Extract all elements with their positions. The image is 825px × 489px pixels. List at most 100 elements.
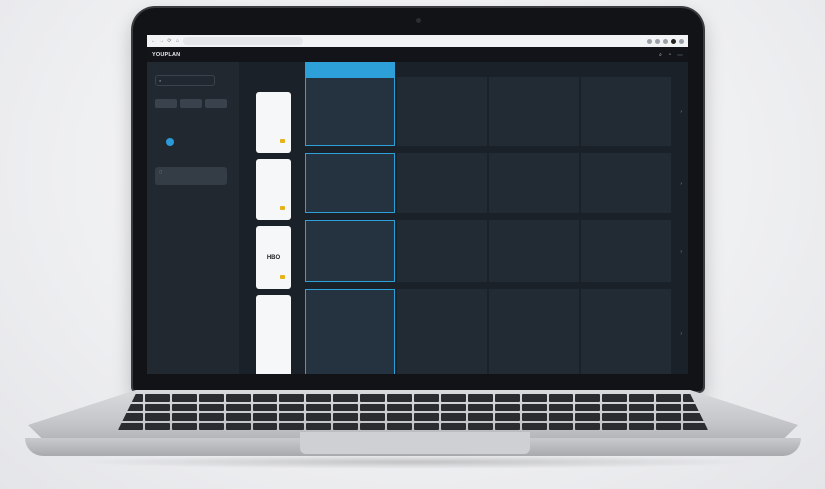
calendar-day[interactable]: [175, 147, 185, 155]
time-slot-header[interactable]: [581, 62, 671, 77]
program-cell[interactable]: [489, 220, 579, 282]
calendar-day[interactable]: [195, 138, 205, 146]
channel-logo[interactable]: HBO: [256, 226, 291, 289]
keyboard-key: [413, 403, 439, 411]
app-logo[interactable]: YOUPLAN: [152, 52, 180, 58]
program-cell[interactable]: [581, 289, 671, 374]
channel-logo[interactable]: [256, 159, 291, 220]
calendar-day[interactable]: [155, 129, 165, 137]
calendar-day[interactable]: [215, 111, 225, 119]
keyboard-key: [306, 413, 332, 421]
chevron-right-icon[interactable]: ›: [680, 249, 682, 255]
menu-icon[interactable]: [679, 38, 684, 44]
calendar-day[interactable]: [215, 129, 225, 137]
profile-icon[interactable]: [671, 38, 676, 44]
calendar-day[interactable]: [195, 129, 205, 137]
calendar-day[interactable]: [155, 138, 165, 146]
program-cell[interactable]: [397, 289, 487, 374]
reload-icon[interactable]: ⟳: [167, 38, 172, 44]
address-bar[interactable]: [183, 37, 303, 45]
calendar-day[interactable]: [185, 138, 195, 146]
keyboard-key: [387, 422, 412, 430]
keyboard-key: [279, 394, 305, 402]
keyboard-key: [467, 403, 493, 411]
calendar-day[interactable]: [195, 120, 205, 128]
calendar-day[interactable]: [166, 138, 174, 146]
keyboard-key: [548, 403, 574, 411]
calendar-day[interactable]: [205, 111, 215, 119]
calendar-day[interactable]: [205, 120, 215, 128]
calendar-day[interactable]: [155, 111, 165, 119]
view-button[interactable]: [155, 99, 177, 108]
calendar-day[interactable]: [195, 111, 205, 119]
browser-toolbar: ← → ⟳ ⌂: [147, 35, 688, 47]
calendar-day[interactable]: [175, 111, 185, 119]
program-cell[interactable]: [305, 153, 395, 213]
program-cell[interactable]: [397, 77, 487, 146]
program-cell[interactable]: [305, 289, 395, 374]
calendar-day[interactable]: [165, 120, 175, 128]
keyboard-key: [440, 422, 466, 430]
calendar-day[interactable]: [185, 120, 195, 128]
chevron-right-icon[interactable]: ›: [680, 331, 682, 337]
extension-icon[interactable]: [647, 38, 652, 44]
calendar-day[interactable]: [175, 129, 185, 137]
calendar-day[interactable]: [185, 129, 195, 137]
calendar-day[interactable]: [205, 129, 215, 137]
program-cell[interactable]: [489, 153, 579, 213]
calendar-day[interactable]: [155, 120, 165, 128]
program-cell[interactable]: [581, 220, 671, 282]
calendar-day[interactable]: [165, 129, 175, 137]
calendar-day[interactable]: [175, 120, 185, 128]
time-slot-header[interactable]: [397, 62, 487, 77]
calendar-day[interactable]: [165, 147, 175, 155]
keyboard-key: [252, 403, 278, 411]
keyboard-key: [467, 413, 493, 421]
chevron-right-icon[interactable]: ›: [680, 109, 682, 115]
program-cell[interactable]: [397, 220, 487, 282]
search-icon[interactable]: ⌕: [659, 52, 662, 58]
calendar-day[interactable]: [185, 147, 195, 155]
trackpad: [300, 432, 530, 454]
calendar-day[interactable]: [205, 138, 215, 146]
extension-icon[interactable]: [663, 38, 668, 44]
program-cell[interactable]: [581, 153, 671, 213]
extension-icon[interactable]: [655, 38, 660, 44]
calendar-day[interactable]: [185, 111, 195, 119]
keyboard-key: [629, 413, 655, 421]
keyboard-key: [279, 422, 305, 430]
filter-item[interactable]: ▢: [155, 167, 227, 185]
back-icon[interactable]: ←: [151, 38, 156, 44]
calendar-day[interactable]: [175, 138, 185, 146]
program-cell[interactable]: [397, 153, 487, 213]
calendar-day[interactable]: [215, 120, 225, 128]
calendar-day[interactable]: [215, 147, 225, 155]
program-cell[interactable]: [305, 77, 395, 146]
bell-icon[interactable]: ◔: [668, 52, 671, 58]
home-icon[interactable]: ⌂: [175, 38, 180, 44]
calendar-day[interactable]: [195, 147, 205, 155]
forward-icon[interactable]: →: [159, 38, 164, 44]
calendar-day[interactable]: [165, 111, 175, 119]
keyboard-key: [602, 413, 628, 421]
calendar-day[interactable]: [215, 138, 225, 146]
user-menu[interactable]: [677, 53, 683, 56]
channel-logo[interactable]: [256, 295, 291, 374]
program-cell[interactable]: [581, 77, 671, 146]
keyboard-key: [225, 422, 251, 430]
program-cell[interactable]: [305, 220, 395, 282]
search-input[interactable]: ⌕: [155, 75, 215, 86]
keyboard-key: [494, 422, 520, 430]
keyboard-key: [171, 413, 197, 421]
tv-logo-icon: HBO: [266, 254, 281, 261]
time-slot-header[interactable]: [489, 62, 579, 77]
calendar-day[interactable]: [205, 147, 215, 155]
program-cell[interactable]: [489, 289, 579, 374]
view-button[interactable]: [180, 99, 202, 108]
channel-logo[interactable]: [256, 92, 291, 153]
view-button[interactable]: [205, 99, 227, 108]
calendar-day[interactable]: [155, 147, 165, 155]
program-cell[interactable]: [489, 77, 579, 146]
time-slot-header[interactable]: [305, 62, 395, 77]
chevron-right-icon[interactable]: ›: [680, 181, 682, 187]
